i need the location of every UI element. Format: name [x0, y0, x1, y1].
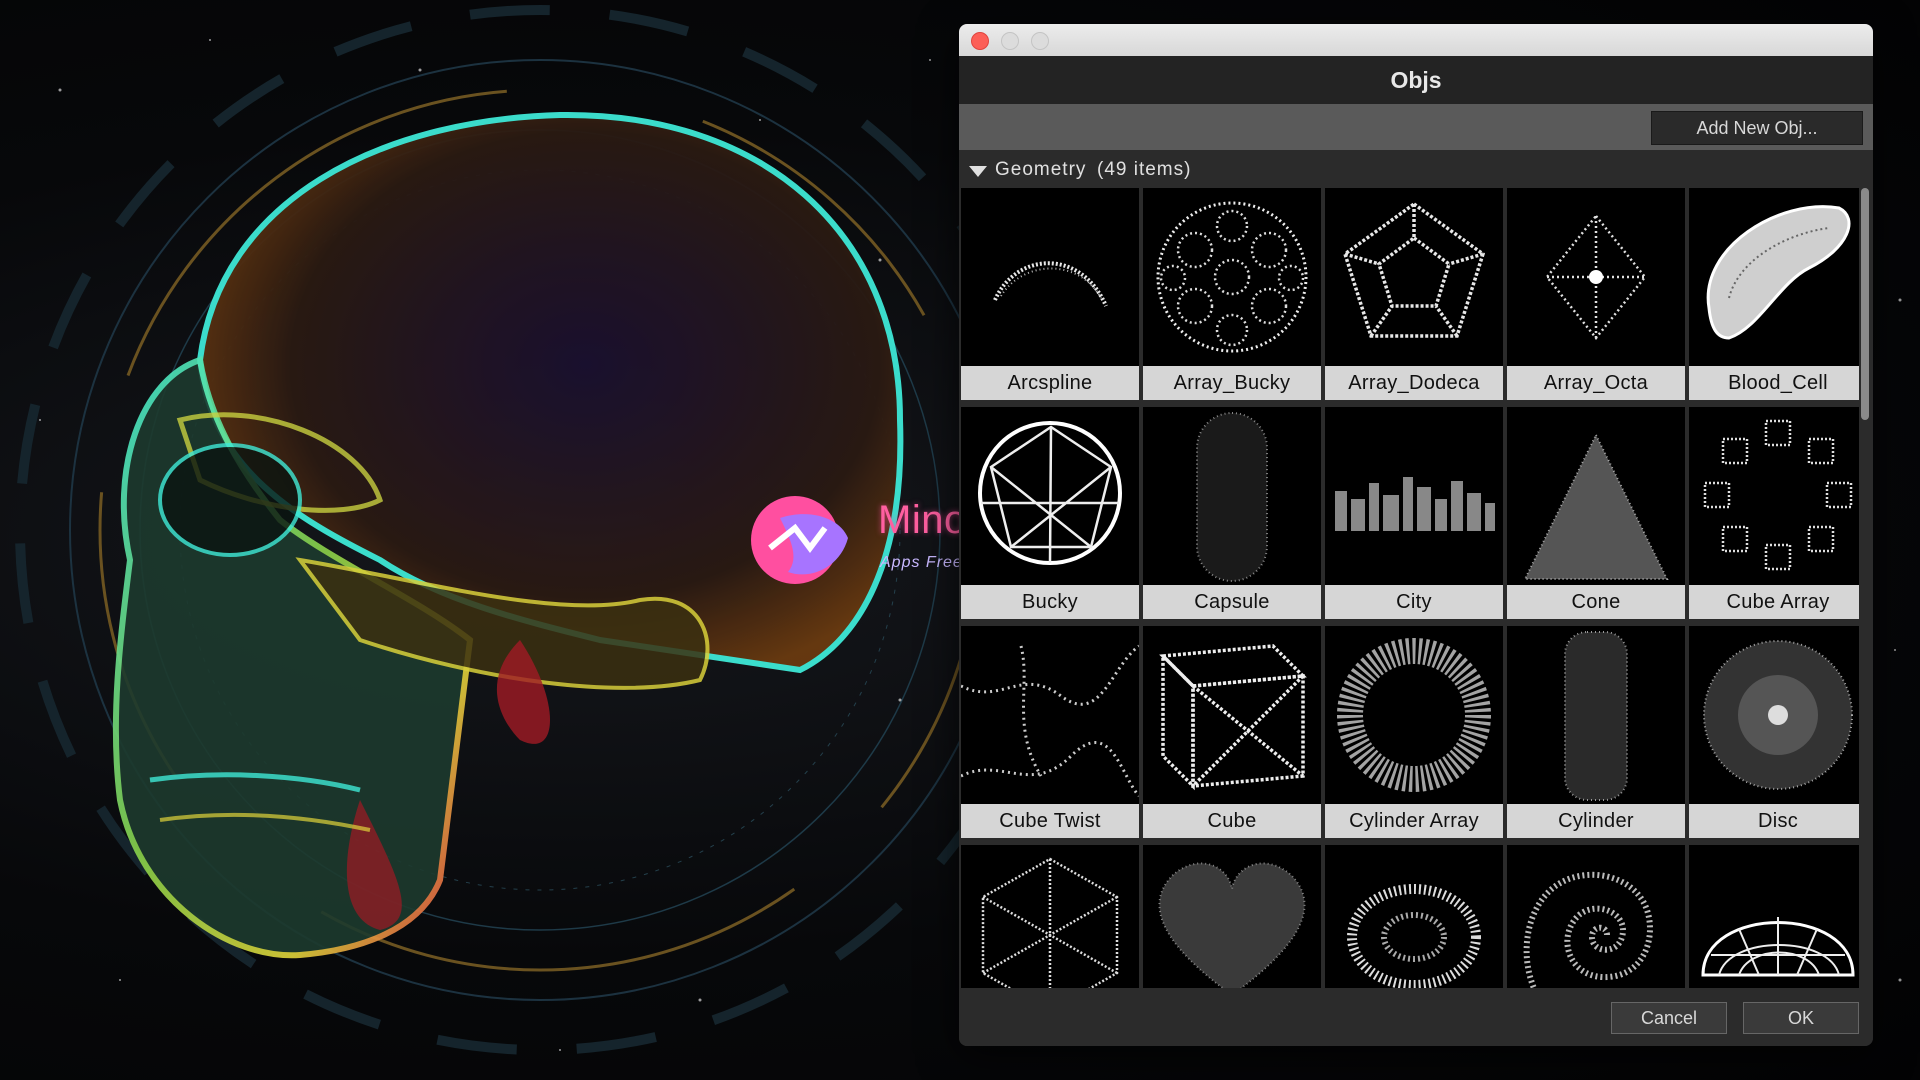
cone-icon	[1507, 407, 1685, 585]
cancel-button[interactable]: Cancel	[1611, 1002, 1727, 1034]
spiral-icon	[1507, 845, 1685, 988]
obj-tile-disc[interactable]: Disc	[1689, 626, 1867, 838]
window-titlebar	[959, 24, 1873, 57]
blood-cell-icon	[1689, 188, 1867, 366]
obj-tile-array-bucky[interactable]: Array_Bucky	[1143, 188, 1321, 400]
disclosure-triangle-icon[interactable]	[969, 166, 987, 177]
obj-label: Cube Twist	[961, 804, 1139, 838]
obj-tile-cube[interactable]: Cube	[1143, 626, 1321, 838]
dialog-toolbar: Add New Obj...	[959, 104, 1873, 150]
obj-label: Cylinder	[1507, 804, 1685, 838]
city-icon	[1325, 407, 1503, 585]
obj-tile-cone[interactable]: Cone	[1507, 407, 1685, 619]
obj-label: Cone	[1507, 585, 1685, 619]
object-grid: Arcspline Array_Bucky Array_Dodeca Array…	[959, 188, 1873, 988]
particle-cloud-icon	[1325, 845, 1503, 988]
obj-label: Array_Octa	[1507, 366, 1685, 400]
dome-icon	[1689, 845, 1867, 988]
cube-twist-icon	[961, 626, 1139, 804]
obj-tile-dome[interactable]	[1689, 845, 1867, 988]
arc-spline-icon	[961, 188, 1139, 366]
zoom-window-icon[interactable]	[1031, 32, 1049, 50]
dialog-footer: Cancel OK	[959, 988, 1873, 1046]
capsule-icon	[1143, 407, 1321, 585]
obj-tile-cylinder[interactable]: Cylinder	[1507, 626, 1685, 838]
disc-icon	[1689, 626, 1867, 804]
obj-tile-cube-array[interactable]: Cube Array	[1689, 407, 1867, 619]
obj-tile-cube-twist[interactable]: Cube Twist	[961, 626, 1139, 838]
obj-tile-heart[interactable]	[1143, 845, 1321, 988]
obj-tile-particle-cloud[interactable]	[1325, 845, 1503, 988]
obj-tile-cylinder-array[interactable]: Cylinder Array	[1325, 626, 1503, 838]
obj-tile-capsule[interactable]: Capsule	[1143, 407, 1321, 619]
dodecahedron-icon	[961, 845, 1139, 988]
cylinder-array-icon	[1325, 626, 1503, 804]
objs-dialog: Objs Add New Obj... Geometry (49 items) …	[959, 24, 1873, 1046]
ok-button[interactable]: OK	[1743, 1002, 1859, 1034]
array-dodeca-icon	[1325, 188, 1503, 366]
watermark-logo-icon	[751, 496, 848, 584]
obj-tile-arcspline[interactable]: Arcspline	[961, 188, 1139, 400]
add-new-obj-button[interactable]: Add New Obj...	[1651, 111, 1863, 145]
obj-label: Cube Array	[1689, 585, 1867, 619]
obj-label: City	[1325, 585, 1503, 619]
cylinder-icon	[1507, 626, 1685, 804]
obj-tile-dodecahedron[interactable]	[961, 845, 1139, 988]
obj-label: Blood_Cell	[1689, 366, 1867, 400]
bucky-sphere-icon	[961, 407, 1139, 585]
obj-tile-blood-cell[interactable]: Blood_Cell	[1689, 188, 1867, 400]
obj-label: Bucky	[961, 585, 1139, 619]
obj-label: Arcspline	[961, 366, 1139, 400]
array-octa-icon	[1507, 188, 1685, 366]
grid-scrollbar-thumb[interactable]	[1861, 188, 1869, 420]
geometry-group-header[interactable]: Geometry (49 items)	[959, 150, 1873, 188]
heart-icon	[1143, 845, 1321, 988]
array-bucky-icon	[1143, 188, 1321, 366]
cube-array-icon	[1689, 407, 1867, 585]
obj-label: Cube	[1143, 804, 1321, 838]
close-window-icon[interactable]	[971, 32, 989, 50]
obj-tile-array-octa[interactable]: Array_Octa	[1507, 188, 1685, 400]
minimize-window-icon[interactable]	[1001, 32, 1019, 50]
obj-tile-city[interactable]: City	[1325, 407, 1503, 619]
dialog-header: Objs	[959, 56, 1873, 105]
obj-tile-array-dodeca[interactable]: Array_Dodeca	[1325, 188, 1503, 400]
obj-tile-spiral[interactable]	[1507, 845, 1685, 988]
obj-tile-bucky[interactable]: Bucky	[961, 407, 1139, 619]
obj-label: Array_Bucky	[1143, 366, 1321, 400]
group-item-count: (49 items)	[1097, 159, 1192, 180]
obj-label: Cylinder Array	[1325, 804, 1503, 838]
dialog-title: Objs	[1390, 67, 1442, 93]
cube-icon	[1143, 626, 1321, 804]
obj-label: Capsule	[1143, 585, 1321, 619]
group-name: Geometry	[995, 159, 1087, 180]
obj-label: Array_Dodeca	[1325, 366, 1503, 400]
obj-label: Disc	[1689, 804, 1867, 838]
